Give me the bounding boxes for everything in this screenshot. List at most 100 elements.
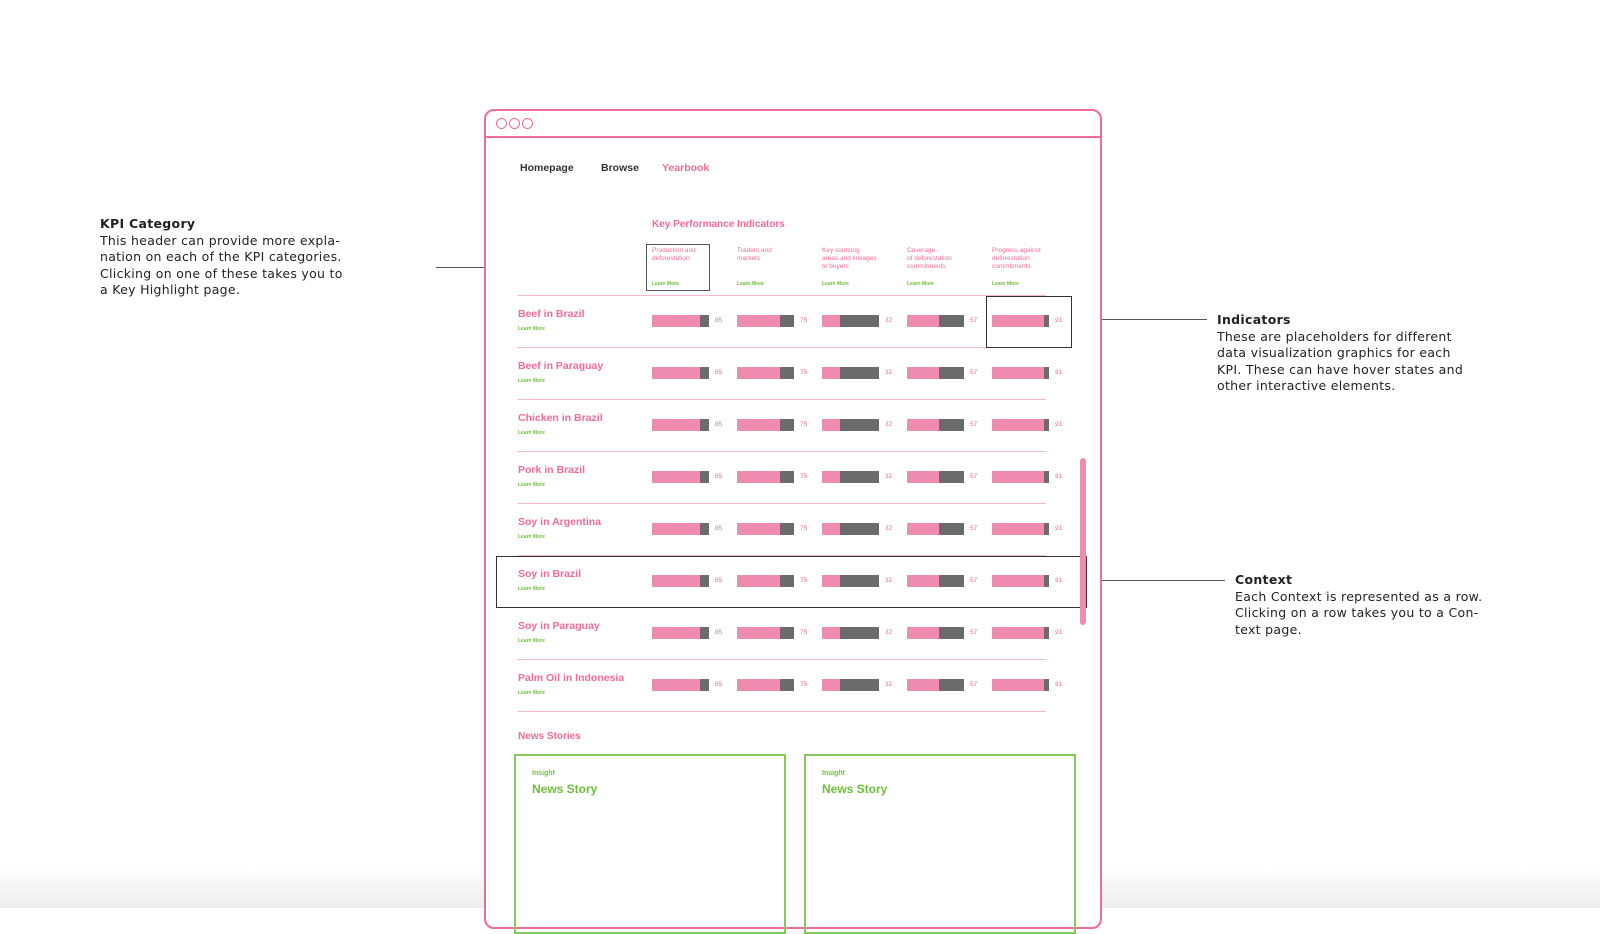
indicator-bar-remainder[interactable] <box>840 367 879 379</box>
indicator-bar-fill[interactable] <box>992 471 1044 483</box>
indicator-bar-fill[interactable] <box>652 419 700 431</box>
indicator-bar-fill[interactable] <box>907 679 939 691</box>
nav-homepage[interactable]: Homepage <box>520 162 574 174</box>
indicator-bar-fill[interactable] <box>737 627 780 639</box>
indicator-bar-remainder[interactable] <box>780 419 794 431</box>
kpi-category-label[interactable]: Traders and markets <box>737 247 801 263</box>
indicator-bar-remainder[interactable] <box>780 627 794 639</box>
news-card[interactable]: Insight News Story <box>514 754 786 934</box>
indicator-bar-remainder[interactable] <box>939 627 964 639</box>
indicator-bar-remainder[interactable] <box>780 367 794 379</box>
indicator-bar-fill[interactable] <box>907 523 939 535</box>
indicator-bar-fill[interactable] <box>652 367 700 379</box>
scrollbar[interactable] <box>1080 458 1086 625</box>
indicator-bar-fill[interactable] <box>822 679 840 691</box>
indicator-bar-fill[interactable] <box>907 367 939 379</box>
indicator-bar-remainder[interactable] <box>780 679 794 691</box>
indicator-bar-remainder[interactable] <box>1044 419 1049 431</box>
indicator-bar-remainder[interactable] <box>700 679 709 691</box>
indicator-bar-fill[interactable] <box>737 679 780 691</box>
indicator-bar-fill[interactable] <box>652 471 700 483</box>
context-name[interactable]: Beef in Paraguay <box>518 360 603 372</box>
context-name[interactable]: Beef in Brazil <box>518 308 585 320</box>
indicator-bar-fill[interactable] <box>822 523 840 535</box>
indicator-bar-remainder[interactable] <box>700 471 709 483</box>
indicator-bar-remainder[interactable] <box>1044 627 1049 639</box>
context-learn-more-link[interactable]: Learn More <box>518 534 545 540</box>
indicator-value: 85 <box>715 525 723 532</box>
indicator-bar-remainder[interactable] <box>840 419 879 431</box>
indicator-bar-fill[interactable] <box>737 367 780 379</box>
news-title: News Story <box>532 782 598 796</box>
indicator-bar-remainder[interactable] <box>939 419 964 431</box>
indicator-bar-fill[interactable] <box>992 679 1044 691</box>
context-learn-more-link[interactable]: Learn More <box>518 482 545 488</box>
indicator-bar-remainder[interactable] <box>840 523 879 535</box>
kpi-category-label[interactable]: Progress against deforestation commitmen… <box>992 247 1056 271</box>
context-name[interactable]: Soy in Paraguay <box>518 620 600 632</box>
indicator-bar-fill[interactable] <box>822 315 840 327</box>
indicator-bar-fill[interactable] <box>992 523 1044 535</box>
indicator-bar-fill[interactable] <box>907 471 939 483</box>
indicator-bar-fill[interactable] <box>652 679 700 691</box>
indicator-bar-remainder[interactable] <box>780 315 794 327</box>
indicator-bar-remainder[interactable] <box>840 679 879 691</box>
indicator-bar-fill[interactable] <box>737 315 780 327</box>
indicator-bar-remainder[interactable] <box>700 315 709 327</box>
indicator-bar-remainder[interactable] <box>700 419 709 431</box>
indicator-bar-remainder[interactable] <box>700 367 709 379</box>
window-dot-icon <box>522 118 533 129</box>
context-name[interactable]: Palm Oil in Indonesia <box>518 672 624 684</box>
indicator-bar-fill[interactable] <box>907 627 939 639</box>
indicator-bar-fill[interactable] <box>907 419 939 431</box>
kpi-learn-more-link[interactable]: Learn More <box>737 281 764 287</box>
context-name[interactable]: Soy in Argentina <box>518 516 601 528</box>
kpi-category-label[interactable]: Coverage of deforestation commitments <box>907 247 971 271</box>
indicator-bar-remainder[interactable] <box>840 471 879 483</box>
indicator-value: 91 <box>1055 369 1063 376</box>
indicator-bar-remainder[interactable] <box>700 523 709 535</box>
kpi-learn-more-link[interactable]: Learn More <box>992 281 1019 287</box>
indicator-bar-remainder[interactable] <box>840 315 879 327</box>
indicator-bar-remainder[interactable] <box>1044 367 1049 379</box>
indicator-bar-remainder[interactable] <box>939 367 964 379</box>
indicator-bar-fill[interactable] <box>992 627 1044 639</box>
indicator-bar-remainder[interactable] <box>939 315 964 327</box>
indicator-bar-fill[interactable] <box>992 367 1044 379</box>
indicator-bar-remainder[interactable] <box>939 523 964 535</box>
kpi-category-label[interactable]: Key sourcing areas and linkages to buyer… <box>822 247 886 271</box>
context-learn-more-link[interactable]: Learn More <box>518 326 545 332</box>
indicator-bar-fill[interactable] <box>652 523 700 535</box>
indicator-bar-remainder[interactable] <box>1044 471 1049 483</box>
indicator-bar-fill[interactable] <box>652 315 700 327</box>
kpi-learn-more-link[interactable]: Learn More <box>907 281 934 287</box>
context-learn-more-link[interactable]: Learn More <box>518 638 545 644</box>
nav-browse[interactable]: Browse <box>601 162 639 174</box>
indicator-bar-fill[interactable] <box>737 419 780 431</box>
kpi-learn-more-link[interactable]: Learn More <box>822 281 849 287</box>
indicator-bar-fill[interactable] <box>737 471 780 483</box>
indicator-bar-remainder[interactable] <box>840 627 879 639</box>
indicator-bar-remainder[interactable] <box>939 471 964 483</box>
news-card[interactable]: Insight News Story <box>804 754 1076 934</box>
indicator-bar-fill[interactable] <box>652 627 700 639</box>
indicator-bar-fill[interactable] <box>822 471 840 483</box>
context-learn-more-link[interactable]: Learn More <box>518 378 545 384</box>
indicator-bar-fill[interactable] <box>822 367 840 379</box>
context-name[interactable]: Chicken in Brazil <box>518 412 603 424</box>
indicator-bar-remainder[interactable] <box>1044 679 1049 691</box>
indicator-bar-fill[interactable] <box>992 419 1044 431</box>
indicator-bar-remainder[interactable] <box>780 523 794 535</box>
indicator-bar-fill[interactable] <box>737 523 780 535</box>
indicator-bar-fill[interactable] <box>822 627 840 639</box>
indicator-bar-remainder[interactable] <box>700 627 709 639</box>
context-learn-more-link[interactable]: Learn More <box>518 430 545 436</box>
indicator-bar-fill[interactable] <box>822 419 840 431</box>
indicator-bar-remainder[interactable] <box>780 471 794 483</box>
indicator-bar-remainder[interactable] <box>939 679 964 691</box>
context-learn-more-link[interactable]: Learn More <box>518 690 545 696</box>
nav-yearbook[interactable]: Yearbook <box>662 162 709 174</box>
indicator-bar-fill[interactable] <box>907 315 939 327</box>
indicator-bar-remainder[interactable] <box>1044 523 1049 535</box>
context-name[interactable]: Pork in Brazil <box>518 464 585 476</box>
